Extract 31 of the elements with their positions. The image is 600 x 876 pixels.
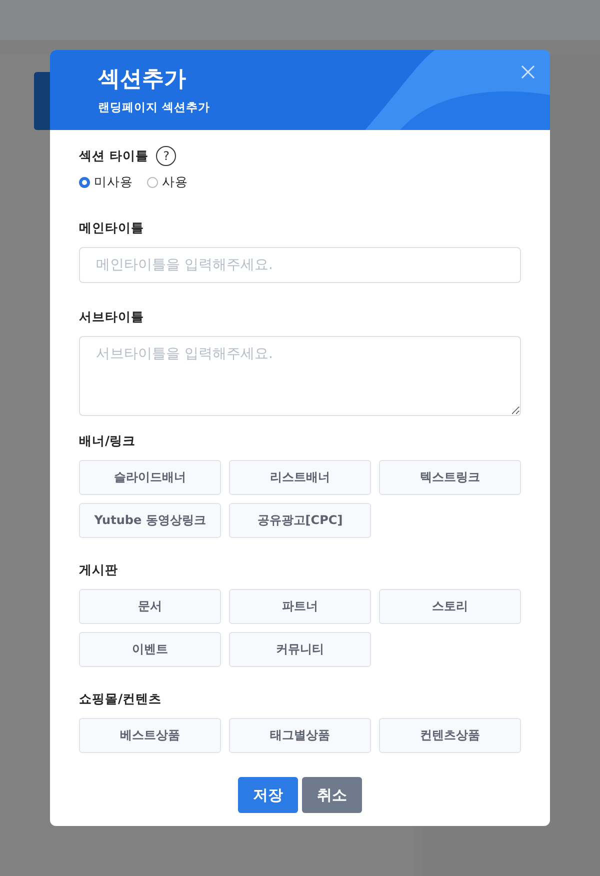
option-button[interactable]: 파트너: [229, 589, 371, 624]
field-label: 메인타이틀: [79, 220, 145, 237]
save-button[interactable]: 저장: [238, 777, 298, 813]
option-button[interactable]: Yutube 동영상링크: [79, 503, 221, 538]
option-button[interactable]: 스토리: [379, 589, 521, 624]
option-button[interactable]: 이벤트: [79, 632, 221, 667]
group-label: 배너/링크: [79, 433, 137, 450]
cancel-button[interactable]: 취소: [302, 777, 362, 813]
option-button[interactable]: 리스트배너: [229, 460, 371, 495]
field-label: 서브타이틀: [79, 309, 145, 326]
option-button[interactable]: 문서: [79, 589, 221, 624]
radio-option[interactable]: 미사용: [79, 174, 133, 191]
textarea-field[interactable]: 서브타이틀을 입력해주세요.: [79, 336, 521, 416]
input-field[interactable]: 메인타이틀을 입력해주세요.: [79, 247, 521, 283]
option-button[interactable]: 태그별상품: [229, 718, 371, 753]
option-button[interactable]: 베스트상품: [79, 718, 221, 753]
radio-label: 사용: [162, 174, 188, 191]
radio-option[interactable]: 사용: [147, 174, 188, 191]
modal-title: 섹션추가: [98, 66, 186, 94]
radio-label: 미사용: [94, 174, 133, 191]
option-button[interactable]: 텍스트링크: [379, 460, 521, 495]
option-button[interactable]: 커뮤니티: [229, 632, 371, 667]
field-label: 섹션 타이틀: [79, 148, 148, 164]
group-label: 게시판: [79, 562, 119, 579]
close-icon[interactable]: [521, 65, 535, 79]
option-button[interactable]: 공유광고[CPC]: [229, 503, 371, 538]
option-button[interactable]: 슬라이드배너: [79, 460, 221, 495]
option-button[interactable]: 컨텐츠상품: [379, 718, 521, 753]
help-button[interactable]: ?: [156, 146, 176, 166]
modal-subtitle: 랜딩페이지 섹션추가: [98, 100, 210, 115]
group-label: 쇼핑몰/컨텐츠: [79, 691, 163, 708]
